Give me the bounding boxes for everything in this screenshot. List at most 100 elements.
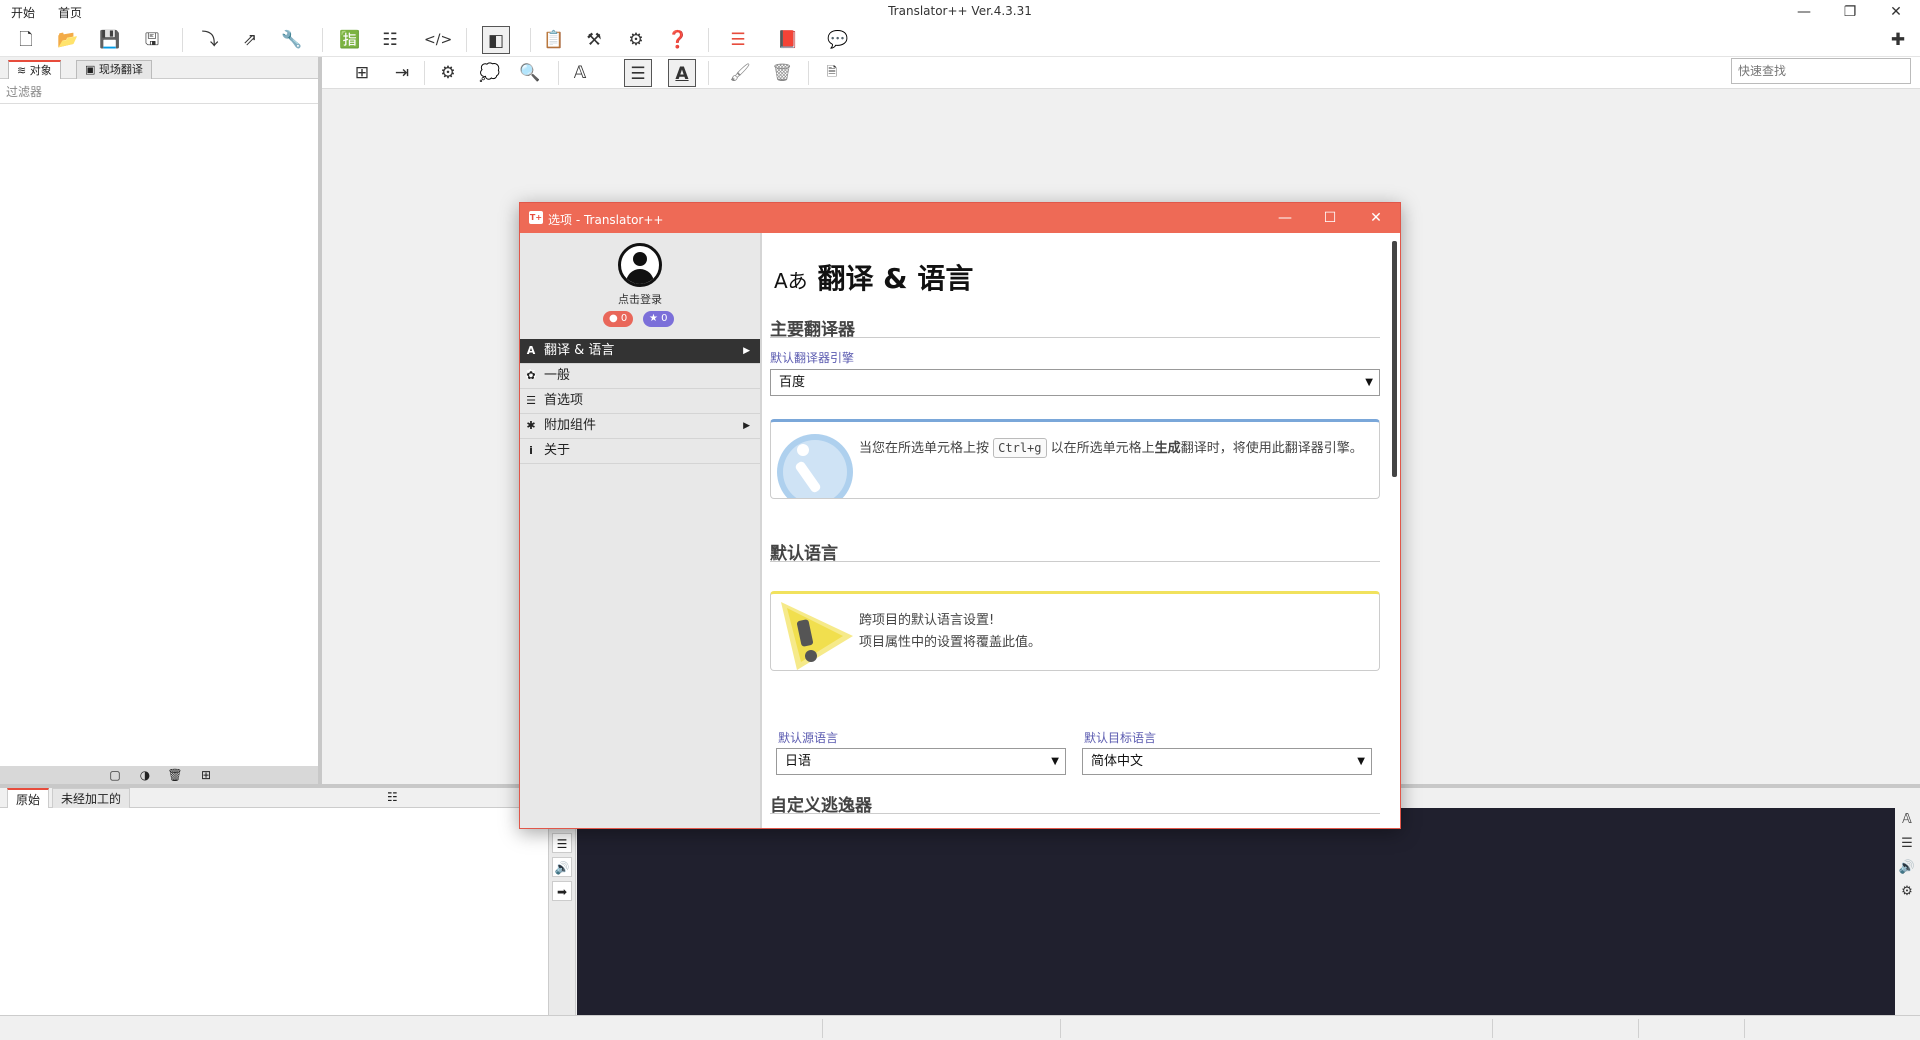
trash-icon[interactable]: 🗑 — [768, 59, 796, 87]
left-panel: ≋ 对象 ▣ 现场翻译 过滤器 ▢ ◑ 🗑 ⊞ — [0, 57, 322, 784]
window-title: Translator++ Ver.4.3.31 — [888, 4, 1032, 18]
tab-label: 对象 — [29, 64, 52, 77]
left-panel-tabs: ≋ 对象 ▣ 现场翻译 — [0, 57, 318, 79]
open-folder-icon[interactable]: 📂 — [54, 26, 82, 54]
list-icon[interactable]: ☷ — [376, 26, 404, 54]
tab-objects[interactable]: ≋ 对象 — [8, 60, 61, 79]
dialog-close-button[interactable]: ✕ — [1354, 203, 1398, 233]
toolbar-separator — [466, 28, 467, 52]
minimize-button[interactable]: — — [1781, 0, 1827, 24]
original-text-pane[interactable] — [0, 808, 548, 1015]
clipboard-icon[interactable]: 📋 — [540, 26, 568, 54]
document-icon[interactable]: 🗎 — [818, 59, 846, 87]
arrow-right-icon[interactable]: ➡ — [552, 881, 572, 901]
dialog-titlebar[interactable]: T+ 选项 - Translator++ — ☐ ✕ — [520, 203, 1400, 233]
tab-label: 现场翻译 — [98, 63, 143, 76]
panel-toggle-icon[interactable]: ◧ — [482, 26, 510, 54]
chevron-down-icon: ▼ — [1051, 756, 1059, 767]
nav-addons[interactable]: ✱ 附加组件 ▶ — [520, 414, 760, 439]
kbd-shortcut: Ctrl+g — [993, 438, 1047, 458]
nav-general[interactable]: ✿ 一般 — [520, 364, 760, 389]
invert-selection-icon[interactable]: ◑ — [137, 767, 153, 783]
gear-icon[interactable]: ⚙ — [1897, 882, 1917, 902]
chat-icon[interactable]: 💬 — [824, 26, 852, 54]
translate-icon: Aあ — [774, 269, 808, 293]
settings-gears-icon[interactable]: ⚙ — [622, 26, 650, 54]
dialog-minimize-button[interactable]: — — [1263, 203, 1307, 233]
nav-translation-language[interactable]: Aあ 翻译 & 语言 ▶ — [520, 339, 760, 381]
status-separator — [1744, 1019, 1745, 1038]
left-panel-footer: ▢ ◑ 🗑 ⊞ — [0, 766, 318, 784]
font-icon[interactable]: 𝔸 — [566, 59, 594, 87]
tools-icon[interactable]: ⚒ — [580, 26, 608, 54]
add-translator-icon[interactable]: ✚ — [1884, 26, 1912, 54]
toolbar-separator — [708, 61, 709, 85]
save-icon[interactable]: 💾 — [96, 26, 124, 54]
nav-about[interactable]: i 关于 — [520, 439, 760, 464]
align-icon[interactable]: ☰ — [1897, 834, 1917, 854]
brush-icon[interactable]: 🖌 — [726, 59, 754, 87]
comment-icon[interactable]: 💭 — [476, 59, 504, 87]
gear-icon[interactable]: ⚙ — [434, 59, 462, 87]
toolbar-separator — [558, 61, 559, 85]
align-icon[interactable]: ☰ — [624, 59, 652, 87]
new-file-icon[interactable]: 🗋 — [12, 26, 40, 54]
wrench-icon[interactable]: 🔧 — [278, 26, 306, 54]
add-file-icon[interactable]: ⊞ — [198, 767, 214, 783]
menu-start[interactable]: 开始 — [11, 4, 35, 21]
export-icon[interactable]: ⇗ — [236, 26, 264, 54]
toolbar-separator — [808, 61, 809, 85]
star-icon: ★ — [649, 313, 658, 324]
save-as-icon[interactable]: 🖫 — [138, 26, 166, 54]
sign-in-icon[interactable]: ⇥ — [388, 59, 416, 87]
code-icon[interactable]: </> — [424, 26, 452, 54]
warning-callout: 跨项目的默认语言设置! 项目属性中的设置将覆盖此值。 — [770, 591, 1380, 671]
chevron-right-icon: ▶ — [743, 421, 750, 431]
translate-all-icon[interactable]: 🈯 — [336, 26, 364, 54]
search-icon[interactable]: 🔍 — [516, 59, 544, 87]
select-none-icon[interactable]: ▢ — [107, 767, 123, 783]
tab-live-translation[interactable]: ▣ 现场翻译 — [76, 60, 152, 79]
font-icon[interactable]: 𝔸 — [1897, 810, 1917, 830]
tab-raw[interactable]: 未经加工的 — [52, 788, 131, 808]
close-button[interactable]: ✕ — [1873, 0, 1919, 24]
translation-editor[interactable] — [577, 808, 1895, 1015]
source-language-label: 默认源语言 — [778, 731, 839, 745]
list-icon: ☰ — [526, 394, 536, 407]
speaker-icon[interactable]: 🔊 — [1897, 858, 1917, 878]
nav-preferences[interactable]: ☰ 首选项 — [520, 389, 760, 414]
tab-original[interactable]: 原始 — [7, 788, 50, 808]
menu-home[interactable]: 首页 — [58, 4, 82, 21]
dialog-maximize-button[interactable]: ☐ — [1308, 203, 1352, 233]
field-label: 默认翻译器引擎 — [770, 351, 855, 365]
scrollbar-thumb[interactable] — [1392, 241, 1397, 477]
quick-search-input[interactable] — [1731, 58, 1911, 84]
chevron-right-icon: ▶ — [743, 346, 750, 356]
source-language-select[interactable]: 日语 ▼ — [776, 748, 1066, 775]
default-engine-select[interactable]: 百度 ▼ — [770, 369, 1380, 396]
target-language-select[interactable]: 简体中文 ▼ — [1082, 748, 1372, 775]
user-avatar-icon[interactable] — [618, 243, 662, 287]
align-icon[interactable]: ☰ — [552, 833, 572, 853]
stars-badge: ★ 0 — [643, 311, 674, 327]
list-view-icon[interactable]: ☷ — [387, 790, 398, 804]
section-divider — [770, 561, 1380, 562]
delete-icon[interactable]: 🗑 — [167, 767, 183, 783]
filter-label[interactable]: 过滤器 — [6, 83, 42, 100]
speaker-icon[interactable]: 🔊 — [552, 857, 572, 877]
pdf-doc-icon[interactable]: 📕 — [774, 26, 802, 54]
window-icon: ▣ — [85, 63, 96, 76]
help-icon[interactable]: ❓ — [664, 26, 692, 54]
text-color-icon[interactable]: A — [668, 59, 696, 87]
login-link[interactable]: 点击登录 — [520, 291, 760, 307]
restore-button[interactable]: ❐ — [1827, 0, 1873, 24]
import-icon[interactable]: ⤵ — [196, 26, 224, 54]
filter-divider — [0, 103, 318, 104]
info-icon — [777, 434, 853, 498]
toolbar-separator — [182, 28, 183, 52]
status-bar — [0, 1015, 1920, 1040]
status-separator — [1492, 1019, 1493, 1038]
menu-bars-icon[interactable]: ☰ — [724, 26, 752, 54]
status-separator — [822, 1019, 823, 1038]
insert-row-icon[interactable]: ⊞ — [348, 59, 376, 87]
